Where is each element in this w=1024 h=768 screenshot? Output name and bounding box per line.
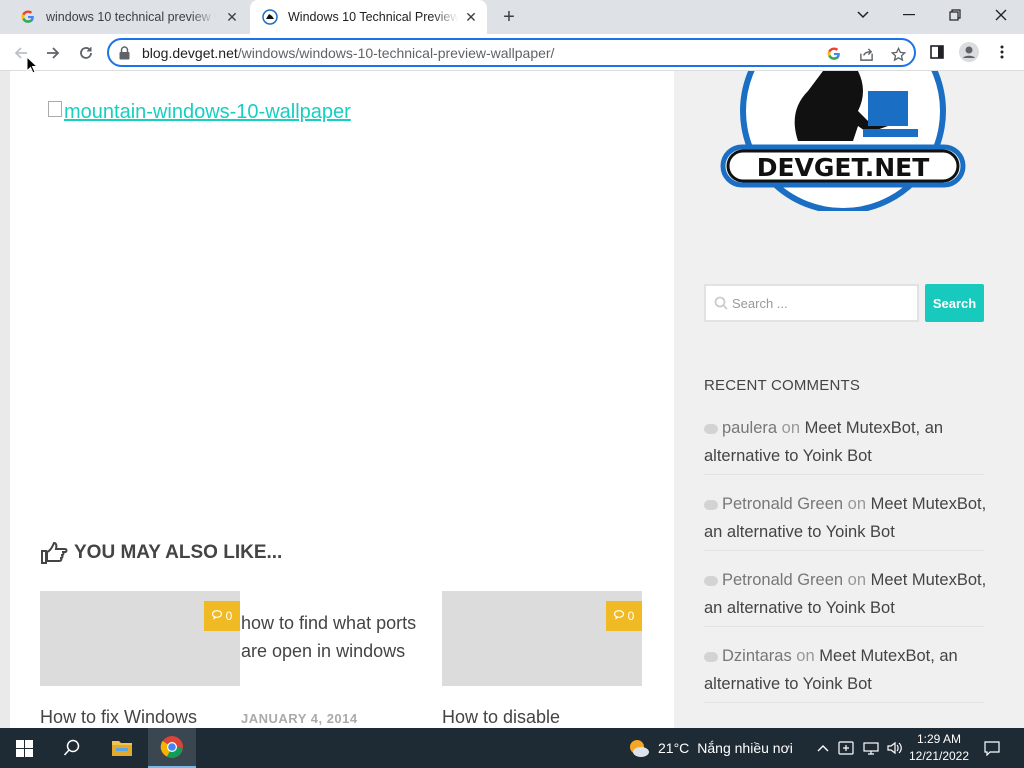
browser-tab-bar: windows 10 technical preview wa ✕ Window… bbox=[0, 0, 1024, 34]
close-window-icon[interactable] bbox=[978, 0, 1024, 30]
divider bbox=[704, 702, 984, 703]
forward-icon[interactable] bbox=[40, 40, 66, 66]
clock-date: 12/21/2022 bbox=[908, 749, 970, 763]
comment-count: 0 bbox=[627, 609, 635, 623]
google-lens-icon[interactable] bbox=[825, 45, 843, 63]
windows-start-icon[interactable] bbox=[0, 728, 48, 768]
mouse-cursor-icon bbox=[26, 56, 38, 74]
section-title: YOU MAY ALSO LIKE... bbox=[74, 542, 283, 563]
search-icon[interactable] bbox=[48, 728, 96, 768]
weather-sun-cloud-icon bbox=[628, 738, 650, 758]
related-post-date: JANUARY 4, 2014 bbox=[241, 711, 358, 726]
comment-author[interactable]: Petronald Green bbox=[722, 495, 843, 513]
new-tab-icon[interactable]: + bbox=[498, 6, 520, 28]
reload-icon[interactable] bbox=[73, 40, 99, 66]
devget-logo[interactable]: DEVGET.NET bbox=[718, 71, 968, 211]
search-icon bbox=[714, 296, 728, 315]
broken-image-link[interactable]: mountain-windows-10-wallpaper bbox=[48, 101, 351, 124]
comment-author[interactable]: Dzintaras bbox=[722, 647, 792, 665]
browser-tab-1[interactable]: windows 10 technical preview wa ✕ bbox=[8, 0, 248, 34]
windows-taskbar: 21°C Nắng nhiều nơi 1:29 AM 12/21/2022 bbox=[0, 728, 1024, 768]
google-g-icon bbox=[20, 9, 36, 25]
recent-comment-item: Dzintaras on Meet MutexBot, an alternati… bbox=[704, 642, 989, 698]
main-content: mountain-windows-10-wallpaper YOU MAY AL… bbox=[10, 71, 674, 728]
device-icon[interactable] bbox=[836, 728, 856, 768]
url-text: blog.devget.net/windows/windows-10-techn… bbox=[142, 45, 554, 61]
divider bbox=[704, 626, 984, 627]
comment-bubble-icon bbox=[704, 651, 718, 662]
hand-pointing-icon bbox=[40, 541, 68, 565]
logo-text: DEVGET.NET bbox=[757, 153, 930, 182]
comment-bubble-icon bbox=[704, 499, 718, 510]
comment-count-badge[interactable]: 0 bbox=[606, 601, 642, 631]
divider bbox=[704, 474, 984, 475]
broken-image-icon bbox=[48, 101, 62, 117]
sidebar: DEVGET.NET Search ... Search RECENT COMM… bbox=[674, 71, 1024, 728]
bookmark-star-icon[interactable] bbox=[889, 45, 907, 63]
comment-count: 0 bbox=[225, 609, 233, 623]
clock-time: 1:29 AM bbox=[916, 732, 962, 746]
tab-search-icon[interactable] bbox=[840, 0, 886, 30]
minimize-icon[interactable] bbox=[886, 0, 932, 30]
weather-temp: 21°C bbox=[658, 740, 690, 756]
comment-bubble-icon bbox=[704, 575, 718, 586]
related-post-title[interactable]: How to disable bbox=[442, 703, 642, 728]
tab-title: Windows 10 Technical Preview W bbox=[288, 10, 458, 24]
recent-comment-item: Petronald Green on Meet MutexBot, an alt… bbox=[704, 490, 989, 546]
recent-comment-item: paulera on Meet MutexBot, an alternative… bbox=[704, 414, 989, 470]
close-icon[interactable]: ✕ bbox=[463, 9, 479, 25]
comment-on: on bbox=[847, 571, 867, 589]
chevron-up-icon[interactable] bbox=[812, 728, 834, 768]
network-icon[interactable] bbox=[860, 728, 882, 768]
recent-comment-item: Petronald Green on Meet MutexBot, an alt… bbox=[704, 566, 989, 622]
share-icon[interactable] bbox=[857, 45, 875, 63]
side-panel-icon[interactable] bbox=[927, 42, 947, 62]
browser-toolbar: blog.devget.net/windows/windows-10-techn… bbox=[0, 34, 1024, 71]
comment-author[interactable]: paulera bbox=[722, 419, 777, 437]
comment-on: on bbox=[781, 419, 800, 437]
web-page: mountain-windows-10-wallpaper YOU MAY AL… bbox=[0, 71, 1024, 728]
system-clock[interactable]: 1:29 AM 12/21/2022 bbox=[900, 731, 978, 765]
comment-on: on bbox=[796, 647, 815, 665]
weather-desc: Nắng nhiều nơi bbox=[697, 740, 793, 756]
divider bbox=[704, 550, 984, 551]
close-icon[interactable]: ✕ bbox=[224, 9, 240, 25]
comment-author[interactable]: Petronald Green bbox=[722, 571, 843, 589]
search-input[interactable]: Search ... bbox=[704, 284, 919, 322]
address-bar[interactable]: blog.devget.net/windows/windows-10-techn… bbox=[107, 38, 916, 67]
file-explorer-icon[interactable] bbox=[98, 728, 146, 768]
comment-on: on bbox=[847, 495, 867, 513]
chrome-taskbar-icon[interactable] bbox=[148, 728, 196, 768]
comment-bubble-icon bbox=[704, 423, 718, 434]
related-post-title[interactable]: how to find what ports are open in windo… bbox=[241, 609, 431, 665]
browser-tab-2[interactable]: Windows 10 Technical Preview W ✕ bbox=[250, 0, 487, 34]
recent-comments-heading: RECENT COMMENTS bbox=[704, 377, 861, 394]
notification-icon[interactable] bbox=[978, 728, 1006, 768]
url-path: /windows/windows-10-technical-preview-wa… bbox=[237, 45, 555, 61]
devget-icon bbox=[262, 9, 278, 25]
profile-icon[interactable] bbox=[959, 42, 979, 62]
restore-icon[interactable] bbox=[932, 0, 978, 30]
comment-count-badge[interactable]: 0 bbox=[204, 601, 240, 631]
url-host: blog.devget.net bbox=[142, 45, 238, 61]
menu-kebab-icon[interactable] bbox=[992, 42, 1012, 62]
weather-widget[interactable]: 21°C Nắng nhiều nơi bbox=[628, 728, 793, 768]
comments-icon bbox=[613, 609, 626, 623]
comments-icon bbox=[211, 609, 224, 623]
you-may-also-like-heading: YOU MAY ALSO LIKE... bbox=[40, 541, 282, 565]
image-alt-text: mountain-windows-10-wallpaper bbox=[64, 101, 351, 123]
lock-icon[interactable] bbox=[119, 46, 130, 65]
tab-title: windows 10 technical preview wa bbox=[46, 10, 216, 24]
related-post-title[interactable]: How to fix Windows bbox=[40, 703, 240, 728]
search-button[interactable]: Search bbox=[925, 284, 984, 322]
search-placeholder: Search ... bbox=[732, 296, 788, 311]
